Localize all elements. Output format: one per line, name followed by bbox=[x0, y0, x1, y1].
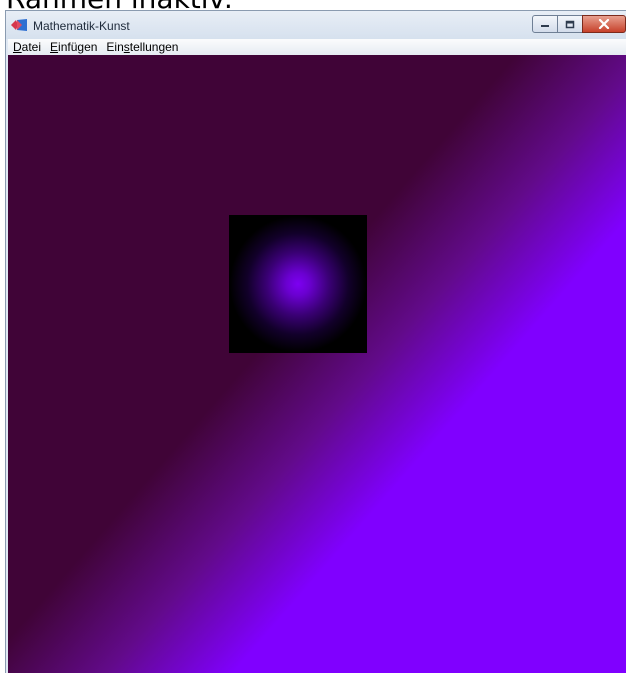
title-bar[interactable]: Mathematik-Kunst bbox=[6, 11, 626, 39]
minimize-icon bbox=[541, 25, 549, 27]
window-title: Mathematik-Kunst bbox=[33, 19, 130, 33]
radial-gradient-square[interactable] bbox=[229, 215, 367, 353]
menu-bar: Datei Einfügen Einstellungen bbox=[8, 39, 626, 55]
menu-item-einfuegen[interactable]: Einfügen bbox=[45, 39, 101, 55]
drawing-canvas[interactable] bbox=[8, 55, 626, 673]
menu-item-einstellungen[interactable]: Einstellungen bbox=[101, 39, 182, 55]
window-controls bbox=[532, 15, 626, 33]
app-window: Mathematik-Kunst Datei Einfügen Einstell… bbox=[5, 10, 626, 673]
app-icon bbox=[11, 19, 27, 31]
maximize-icon bbox=[565, 20, 575, 28]
menu-item-datei[interactable]: Datei bbox=[8, 39, 45, 55]
close-button[interactable] bbox=[582, 15, 626, 33]
close-icon bbox=[598, 19, 610, 29]
maximize-button[interactable] bbox=[557, 15, 583, 33]
minimize-button[interactable] bbox=[532, 15, 558, 33]
